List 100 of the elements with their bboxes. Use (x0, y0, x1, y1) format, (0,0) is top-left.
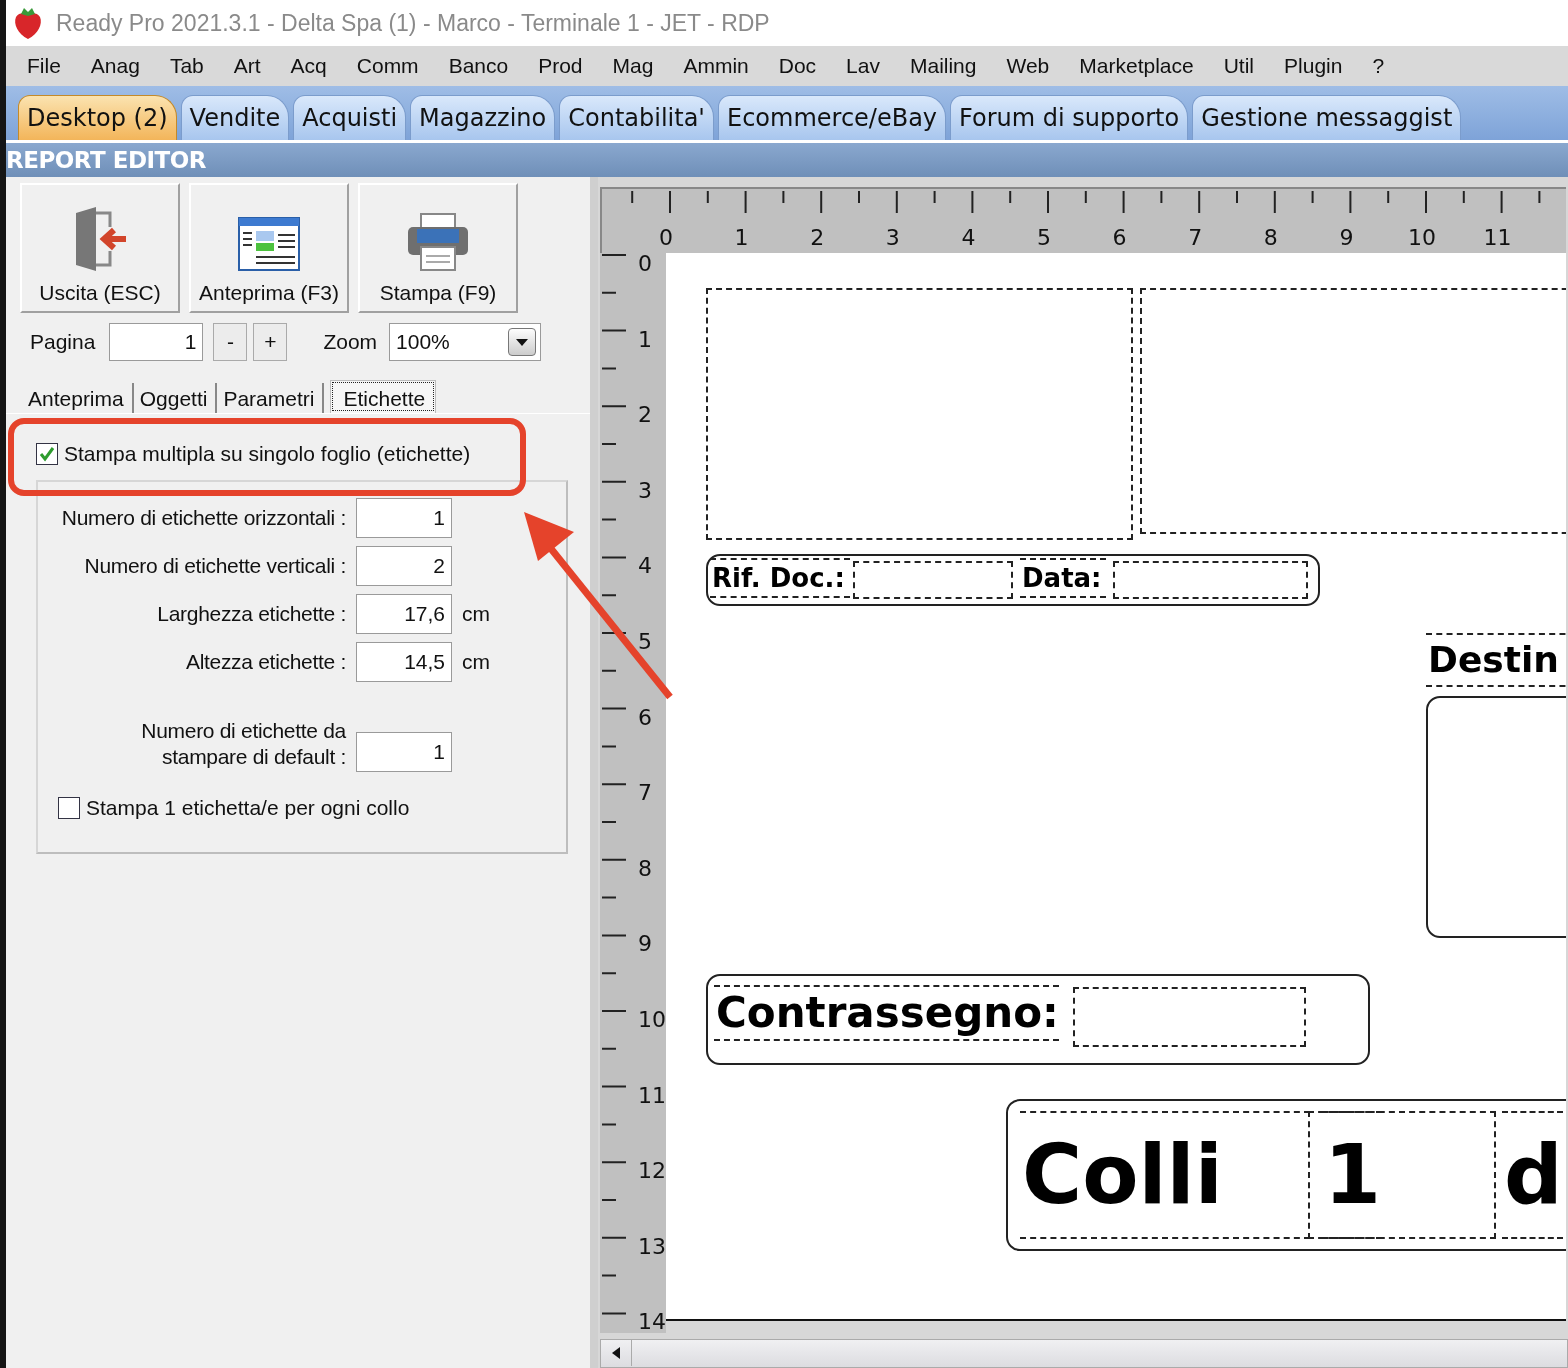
page-input[interactable]: 1 (109, 323, 204, 361)
input-field[interactable]: 14,5 (356, 642, 452, 682)
field-label: Larghezza etichette : (156, 601, 346, 627)
scroll-left-icon[interactable] (611, 1346, 621, 1361)
toolbar-button[interactable]: Anteprima (F3) (189, 183, 349, 313)
window-preview-icon (238, 217, 300, 271)
ruler-label: 7 (1188, 225, 1203, 250)
section-title: REPORT EDITOR (6, 147, 207, 173)
ruler-label: 1 (638, 326, 652, 352)
ruler-label: 11 (638, 1082, 666, 1108)
ruler-label: 4 (638, 553, 652, 579)
input-field[interactable]: 1 (356, 732, 452, 772)
menu-item[interactable]: Tab (154, 54, 219, 78)
app-tab[interactable]: Acquisti (293, 95, 407, 140)
panel-tab[interactable]: Oggetti (133, 383, 218, 413)
ruler-label: 11 (1483, 225, 1512, 250)
previous-page-button[interactable]: - (213, 323, 248, 361)
ruler-label: 10 (1408, 225, 1436, 250)
input-field[interactable]: 2 (356, 546, 452, 586)
report-text[interactable]: d (1502, 1110, 1563, 1239)
panel-tab[interactable]: Parametri (217, 383, 325, 413)
report-band[interactable] (706, 973, 1370, 1065)
field-label: Numero di etichette verticali : (83, 553, 346, 579)
menu-item[interactable]: Doc (763, 54, 832, 78)
ruler-label: 10 (638, 1006, 666, 1032)
report-band[interactable] (706, 553, 1320, 606)
field-label: Numero di etichette da stampare di default : (140, 718, 346, 770)
ruler-label: 5 (638, 628, 652, 654)
report-text[interactable]: Data: (1020, 557, 1106, 598)
report-text[interactable]: 1 (1322, 1110, 1382, 1239)
horizontal-scrollbar[interactable] (600, 1338, 1568, 1368)
ruler-label: 9 (638, 931, 652, 957)
app-tab[interactable]: Gestione messaggist (1192, 95, 1462, 140)
app-tab[interactable]: Magazzino (410, 95, 556, 140)
menu-item[interactable]: Comm (341, 54, 434, 78)
ruler-label: 8 (638, 855, 652, 881)
strawberry-icon (12, 6, 44, 40)
report-frame[interactable] (853, 560, 1013, 599)
report-frame[interactable] (1073, 986, 1306, 1047)
menu-item[interactable]: Mailing (894, 54, 992, 78)
page-label: Pagina (30, 330, 96, 354)
report-text[interactable]: Rif. Doc.: (710, 557, 850, 598)
zoom-label: Zoom (323, 330, 378, 354)
report-text[interactable]: Colli (1020, 1110, 1310, 1239)
checkbox-label: Stampa 1 etichetta/e per ogni collo (86, 796, 410, 820)
menu-item[interactable]: Acq (275, 54, 342, 78)
ruler-label: 1 (734, 225, 749, 250)
ruler-label: 5 (1037, 225, 1051, 250)
ruler-label: 3 (885, 225, 900, 250)
menu-item[interactable]: Plugin (1269, 54, 1358, 78)
menu-item[interactable]: Art (218, 54, 276, 78)
checkbox[interactable] (58, 797, 80, 819)
menu-item[interactable]: Banco (433, 54, 524, 78)
next-page-button[interactable]: + (253, 323, 288, 361)
report-text[interactable]: Destin (1426, 632, 1566, 687)
report-frame[interactable] (1113, 560, 1308, 599)
ruler-label: 12 (638, 1158, 666, 1184)
caret-icon (515, 337, 530, 347)
toolbar-button[interactable]: Uscita (ESC) (20, 183, 180, 313)
field-label: Altezza etichette : (184, 649, 346, 675)
panel-tab[interactable]: Anteprima (22, 383, 134, 413)
app-tab[interactable]: Ecommerce/eBay (717, 95, 947, 140)
menu-item[interactable]: Util (1208, 54, 1270, 78)
ruler-label: 6 (1112, 225, 1127, 250)
window-title: Ready Pro 2021.3.1 - Delta Spa (1) - Marco - Terminale 1 - JET - RDP (56, 9, 770, 37)
menu-item[interactable]: File (12, 54, 76, 78)
app-tab[interactable]: Forum di supporto (950, 95, 1189, 140)
ruler-label: 7 (638, 780, 652, 806)
ruler-label: 8 (1263, 225, 1278, 250)
menu-item[interactable]: ? (1357, 54, 1400, 78)
checkbox-label: Stampa multipla su singolo foglio (etichette) (64, 442, 471, 466)
field-label: Numero di etichette orizzontali : (60, 505, 346, 531)
unit-label: cm (462, 602, 490, 626)
menu-item[interactable]: Marketplace (1064, 54, 1209, 78)
ruler-label: 4 (961, 225, 976, 250)
input-field[interactable]: 17,6 (356, 594, 452, 634)
menu-item[interactable]: Anag (75, 54, 155, 78)
menu-item[interactable]: Lav (831, 54, 895, 78)
report-band[interactable] (1006, 1098, 1566, 1251)
app-tab[interactable]: Desktop (2) (18, 95, 177, 140)
menu-item[interactable]: Web (991, 54, 1065, 78)
toolbar-button[interactable]: Stampa (F9) (358, 183, 518, 313)
app-tab[interactable]: Vendite (180, 95, 290, 140)
report-frame[interactable] (1308, 1110, 1496, 1239)
menu-item[interactable]: Prod (523, 54, 598, 78)
ruler-label: 14 (638, 1309, 666, 1333)
report-text[interactable]: Contrassegno: (714, 984, 1059, 1041)
ruler-label: 0 (638, 252, 652, 276)
menu-item[interactable]: Ammin (668, 54, 764, 78)
zoom-dropdown[interactable]: 100% (389, 323, 542, 361)
ruler-label: 3 (638, 477, 652, 503)
ruler-label: 2 (810, 225, 825, 250)
ruler-label: 13 (638, 1233, 666, 1259)
printer-icon (407, 213, 469, 271)
unit-label: cm (462, 650, 490, 674)
checkbox[interactable] (36, 443, 58, 465)
panel-tab[interactable]: Etichette (330, 380, 437, 413)
menu-item[interactable]: Mag (597, 54, 669, 78)
app-tab[interactable]: Contabilita' (559, 95, 714, 140)
input-field[interactable]: 1 (356, 498, 452, 538)
